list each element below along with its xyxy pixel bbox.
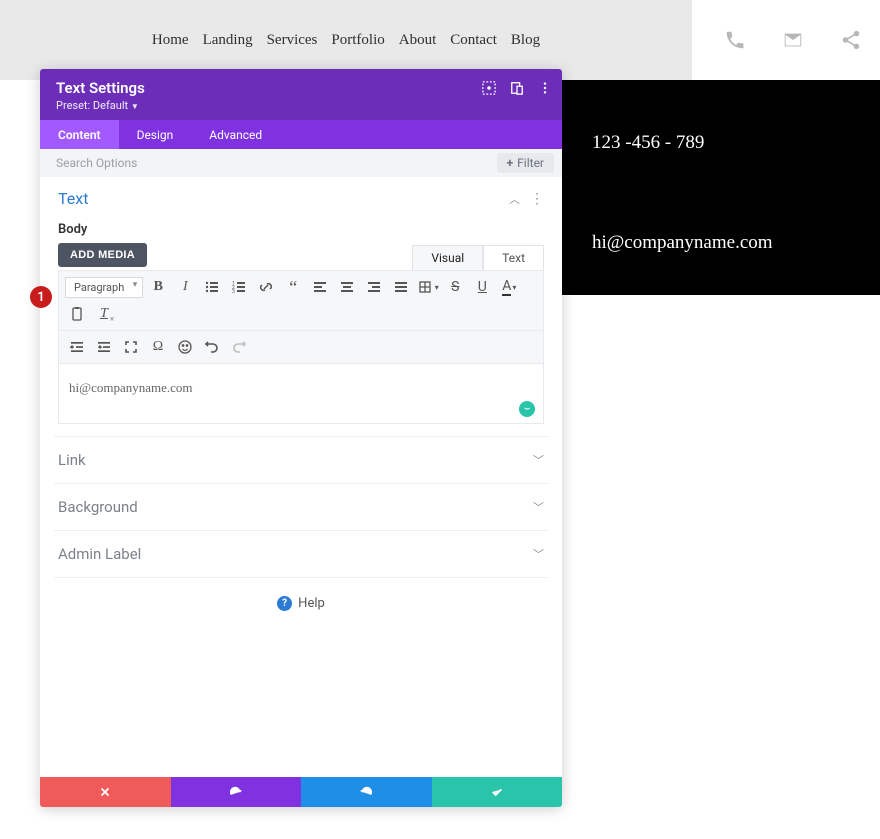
- table-icon[interactable]: ▾: [416, 275, 440, 299]
- paste-icon[interactable]: [65, 302, 89, 326]
- paragraph-select[interactable]: Paragraph: [65, 277, 143, 298]
- editor-content[interactable]: hi@companyname.com: [58, 364, 544, 424]
- link-icon[interactable]: [254, 275, 278, 299]
- kebab-icon[interactable]: [538, 81, 552, 95]
- chevron-down-icon: ﹀: [533, 499, 544, 515]
- nav-services[interactable]: Services: [267, 32, 318, 49]
- chevron-down-icon: ﹀: [533, 452, 544, 468]
- share-icon[interactable]: [822, 29, 880, 51]
- text-color-icon[interactable]: A▾: [497, 275, 521, 299]
- redo-button[interactable]: [301, 777, 432, 807]
- filter-button[interactable]: +Filter: [497, 153, 554, 173]
- ol-icon[interactable]: 123: [227, 275, 251, 299]
- modal-header[interactable]: Text Settings Preset: Default ▼: [40, 69, 562, 120]
- page-header: Home Landing Services Portfolio About Co…: [0, 0, 692, 80]
- bold-icon[interactable]: B: [146, 275, 170, 299]
- section-background[interactable]: Background ﹀: [40, 484, 562, 530]
- chevron-down-icon: ﹀: [533, 546, 544, 562]
- help-link[interactable]: ? Help: [40, 578, 562, 629]
- editor-toolbar: Paragraph B I 123 “ ▾ S U A▾ T×: [58, 270, 544, 364]
- snap-icon[interactable]: [482, 81, 496, 95]
- nav-about[interactable]: About: [399, 32, 437, 49]
- preset-label[interactable]: Preset: Default ▼: [56, 99, 546, 112]
- modal-footer: [40, 777, 562, 807]
- email-text: hi@companyname.com: [592, 232, 850, 254]
- phone-text: 123 -456 - 789: [592, 132, 850, 154]
- main-nav: Home Landing Services Portfolio About Co…: [152, 32, 540, 49]
- main-tabs: Content Design Advanced: [40, 120, 562, 149]
- quote-icon[interactable]: “: [281, 275, 305, 299]
- align-justify-icon[interactable]: [389, 275, 413, 299]
- contact-icon-strip: [706, 0, 880, 80]
- help-icon: ?: [277, 596, 292, 611]
- indent-icon[interactable]: [92, 335, 116, 359]
- nav-home[interactable]: Home: [152, 32, 189, 49]
- undo-icon[interactable]: [200, 335, 224, 359]
- nav-landing[interactable]: Landing: [203, 32, 253, 49]
- tab-design[interactable]: Design: [119, 120, 192, 149]
- modal-title: Text Settings: [56, 79, 546, 97]
- section-admin-label[interactable]: Admin Label ﹀: [40, 531, 562, 577]
- responsive-icon[interactable]: [510, 81, 524, 95]
- emoji-icon[interactable]: [173, 335, 197, 359]
- editor-tab-visual[interactable]: Visual: [412, 245, 483, 270]
- undo-button[interactable]: [171, 777, 302, 807]
- align-left-icon[interactable]: [308, 275, 332, 299]
- strike-icon[interactable]: S: [443, 275, 467, 299]
- chevron-up-icon: ︿: [509, 191, 520, 207]
- search-input[interactable]: Search Options: [56, 156, 137, 170]
- phone-icon[interactable]: [706, 29, 764, 51]
- add-media-button[interactable]: ADD MEDIA: [58, 243, 147, 267]
- nav-blog[interactable]: Blog: [511, 32, 540, 49]
- omega-icon[interactable]: Ω: [146, 335, 170, 359]
- align-right-icon[interactable]: [362, 275, 386, 299]
- section-link[interactable]: Link ﹀: [40, 437, 562, 483]
- nav-contact[interactable]: Contact: [450, 32, 497, 49]
- kebab-icon[interactable]: ⋮: [530, 191, 544, 207]
- redo-icon[interactable]: [227, 335, 251, 359]
- contact-side-panel: 123 -456 - 789 hi@companyname.com: [562, 80, 880, 295]
- text-settings-modal: Text Settings Preset: Default ▼ Content …: [40, 69, 562, 807]
- nav-portfolio[interactable]: Portfolio: [331, 32, 384, 49]
- svg-text:3: 3: [232, 289, 235, 295]
- cancel-button[interactable]: [40, 777, 171, 807]
- tab-content[interactable]: Content: [40, 120, 119, 149]
- clear-format-icon[interactable]: T×: [92, 302, 116, 326]
- callout-marker: 1: [30, 286, 52, 308]
- save-button[interactable]: [432, 777, 563, 807]
- grammar-check-icon[interactable]: [519, 401, 535, 417]
- section-text[interactable]: Text ︿ ⋮: [58, 189, 544, 208]
- outdent-icon[interactable]: [65, 335, 89, 359]
- body-label: Body: [58, 222, 544, 237]
- ul-icon[interactable]: [200, 275, 224, 299]
- italic-icon[interactable]: I: [173, 275, 197, 299]
- section-text-title: Text: [58, 189, 88, 208]
- align-center-icon[interactable]: [335, 275, 359, 299]
- fullscreen-icon[interactable]: [119, 335, 143, 359]
- editor-tab-text[interactable]: Text: [483, 245, 544, 270]
- mail-icon[interactable]: [764, 29, 822, 51]
- tab-advanced[interactable]: Advanced: [191, 120, 280, 149]
- underline-icon[interactable]: U: [470, 275, 494, 299]
- search-row: Search Options +Filter: [40, 149, 562, 177]
